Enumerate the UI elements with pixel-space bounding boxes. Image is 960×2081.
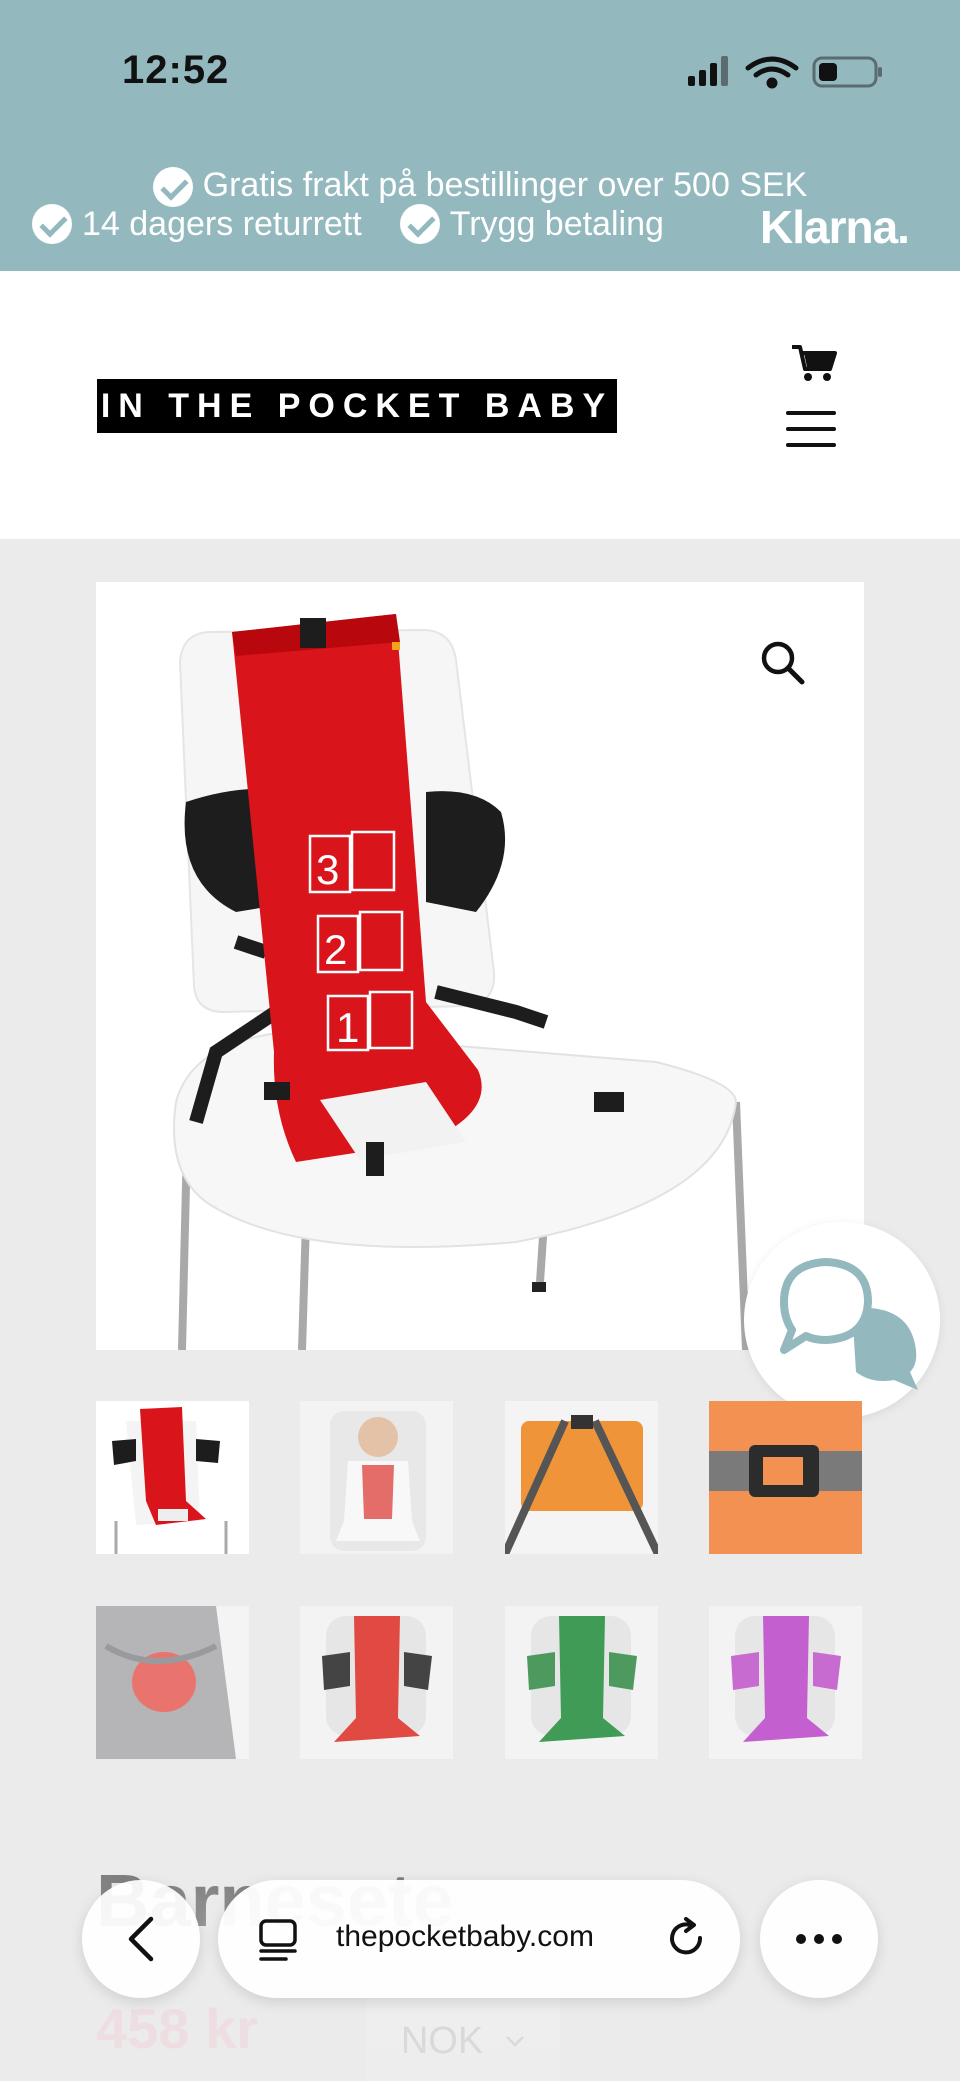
payment-text: Trygg betaling xyxy=(449,204,664,243)
returns-text: 14 dagers returrett xyxy=(82,204,362,243)
more-dots-icon[interactable] xyxy=(760,1880,878,1998)
cellular-signal-icon xyxy=(688,56,728,86)
check-circle-icon xyxy=(32,204,72,244)
svg-text:1: 1 xyxy=(336,1004,359,1051)
status-time: 12:52 xyxy=(122,48,230,92)
reader-mode-icon[interactable] xyxy=(258,1918,298,1962)
chevron-left-icon xyxy=(128,1916,154,1962)
url-text[interactable]: thepocketbaby.com xyxy=(336,1920,594,1954)
check-circle-icon xyxy=(399,204,440,244)
status-icons xyxy=(688,56,882,89)
wifi-icon xyxy=(745,56,799,89)
thumbnail-orange-pouch[interactable] xyxy=(505,1401,658,1554)
chevron-down-icon xyxy=(506,2036,525,2047)
klarna-logo: Klarna. xyxy=(760,201,910,253)
reload-icon[interactable] xyxy=(664,1916,708,1960)
magnifier-icon[interactable] xyxy=(760,640,806,686)
thumbnail-baby-in-harness[interactable] xyxy=(300,1401,453,1554)
promo-line-2: 14 dagers returrett Trygg betaling xyxy=(32,204,664,244)
thumbnail-purple-variant[interactable] xyxy=(709,1606,862,1759)
currency-value: NOK xyxy=(400,2019,484,2062)
chat-bubbles-icon xyxy=(780,1258,918,1390)
battery-icon xyxy=(812,56,882,88)
browser-back-button[interactable] xyxy=(82,1880,200,1998)
svg-text:2: 2 xyxy=(324,926,347,973)
free-shipping-text: Gratis frakt på bestillinger over 500 SE… xyxy=(202,166,808,204)
thumbnail-red-variant[interactable] xyxy=(300,1606,453,1759)
thumbnail-buckle-closeup[interactable] xyxy=(709,1401,862,1554)
site-header: IN THE POCKET BABY xyxy=(0,271,960,539)
thumbnail-pouch-in-pocket[interactable] xyxy=(96,1606,249,1759)
thumbnail-red-chair-harness[interactable] xyxy=(96,1401,249,1554)
check-circle-icon xyxy=(152,167,193,208)
address-bar[interactable]: thepocketbaby.com xyxy=(218,1880,740,1998)
thumbnail-green-variant[interactable] xyxy=(505,1606,658,1759)
site-logo[interactable]: IN THE POCKET BABY xyxy=(97,379,617,433)
product-price: 458 kr xyxy=(96,1997,258,2060)
currency-select[interactable]: NOK xyxy=(366,1998,560,2081)
cart-icon[interactable] xyxy=(790,343,838,383)
svg-text:3: 3 xyxy=(316,846,339,893)
chat-button[interactable] xyxy=(744,1222,940,1418)
promo-header: 12:52 Gratis frakt på bestillinger over … xyxy=(0,0,960,271)
hamburger-menu-icon[interactable] xyxy=(786,411,836,447)
